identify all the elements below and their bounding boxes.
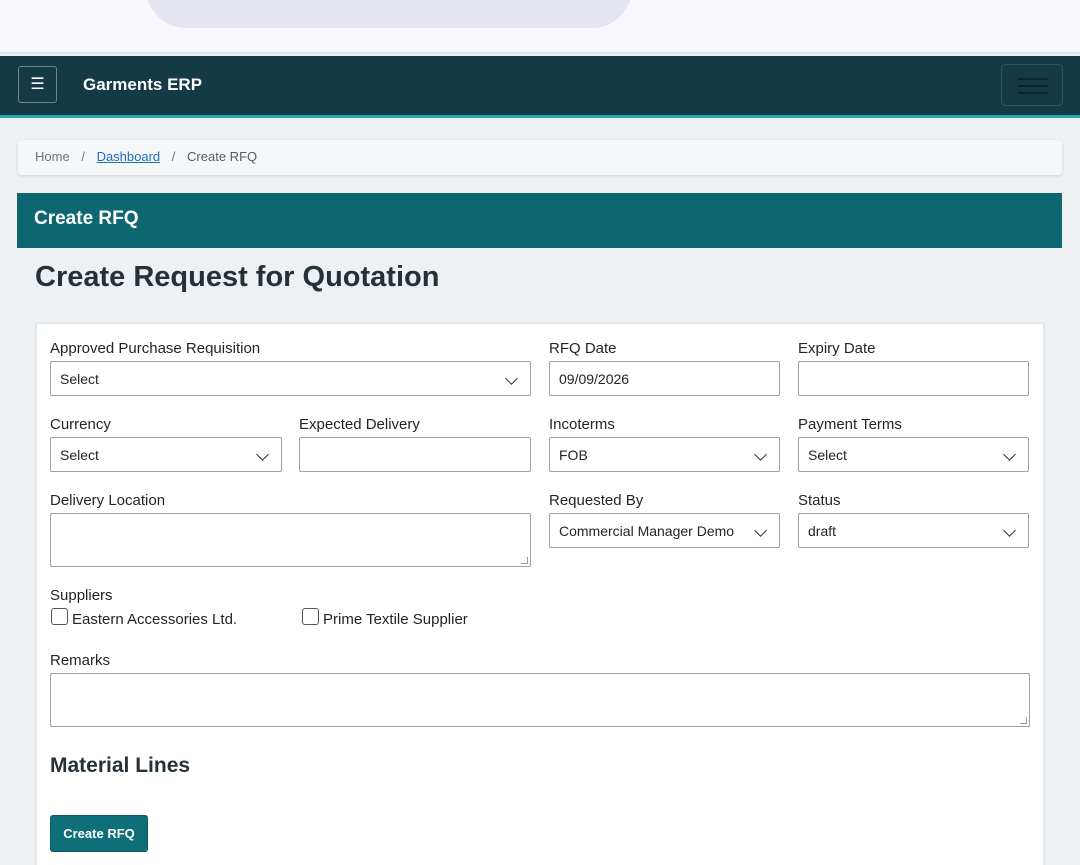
chevron-down-icon xyxy=(1003,524,1016,537)
breadcrumb-separator: / xyxy=(171,149,176,164)
requested-by-value: Commercial Manager Demo xyxy=(559,523,735,539)
menu-line-icon xyxy=(1018,85,1048,87)
supplier-checkbox[interactable] xyxy=(302,608,319,625)
currency-label: Currency xyxy=(50,416,111,433)
chevron-down-icon xyxy=(754,524,767,537)
breadcrumb-current: Create RFQ xyxy=(187,149,258,164)
remarks-textarea[interactable] xyxy=(50,673,1030,727)
top-decorative-pill xyxy=(146,0,632,28)
payment-terms-value: Select xyxy=(808,447,847,463)
breadcrumb: Home / Dashboard / Create RFQ xyxy=(18,140,1062,175)
section-header: Create RFQ xyxy=(17,193,1062,248)
navbar: ☰ Garments ERP xyxy=(0,56,1080,118)
requested-by-label: Requested By xyxy=(549,492,644,509)
material-lines-title: Material Lines xyxy=(50,754,191,777)
approved-pr-value: Select xyxy=(60,371,99,387)
page-title: Create Request for Quotation xyxy=(35,261,440,293)
create-rfq-button[interactable]: Create RFQ xyxy=(50,815,148,852)
incoterms-select[interactable]: FOB xyxy=(549,437,780,472)
requested-by-select[interactable]: Commercial Manager Demo xyxy=(549,513,780,548)
top-strip xyxy=(0,0,1080,54)
menu-line-icon xyxy=(1018,92,1048,94)
chevron-down-icon xyxy=(505,372,518,385)
hamburger-icon: ☰ xyxy=(30,76,45,93)
status-select[interactable]: draft xyxy=(798,513,1029,548)
chevron-down-icon xyxy=(256,448,269,461)
suppliers-label: Suppliers xyxy=(50,587,113,604)
approved-pr-select[interactable]: Select xyxy=(50,361,531,396)
status-value: draft xyxy=(808,523,837,539)
supplier-checkbox[interactable] xyxy=(51,608,68,625)
breadcrumb-home: Home xyxy=(35,149,70,164)
brand-title[interactable]: Garments ERP xyxy=(83,75,202,95)
rfq-date-value: 09/09/2026 xyxy=(559,371,630,387)
approved-pr-label: Approved Purchase Requisition xyxy=(50,340,261,357)
payment-terms-select[interactable]: Select xyxy=(798,437,1029,472)
supplier-option-label[interactable]: Eastern Accessories Ltd. xyxy=(72,611,237,628)
chevron-down-icon xyxy=(1003,448,1016,461)
remarks-label: Remarks xyxy=(50,652,111,669)
expiry-date-label: Expiry Date xyxy=(798,340,876,357)
breadcrumb-separator: / xyxy=(81,149,85,164)
currency-select[interactable]: Select xyxy=(50,437,282,472)
chevron-down-icon xyxy=(754,448,767,461)
expiry-date-input[interactable] xyxy=(798,361,1029,396)
payment-terms-label: Payment Terms xyxy=(798,416,902,433)
form-card xyxy=(35,322,1045,865)
menu-line-icon xyxy=(1018,78,1048,80)
rfq-date-input[interactable]: 09/09/2026 xyxy=(549,361,780,396)
delivery-location-label: Delivery Location xyxy=(50,492,166,509)
status-label: Status xyxy=(798,492,841,509)
incoterms-value: FOB xyxy=(559,447,588,463)
delivery-location-textarea[interactable] xyxy=(50,513,531,567)
rfq-date-label: RFQ Date xyxy=(549,340,617,357)
currency-value: Select xyxy=(60,447,99,463)
expected-delivery-label: Expected Delivery xyxy=(299,416,420,433)
navbar-menu-toggle-button[interactable] xyxy=(1001,64,1063,106)
expected-delivery-input[interactable] xyxy=(299,437,531,472)
breadcrumb-dashboard-link[interactable]: Dashboard xyxy=(97,149,161,164)
section-header-title: Create RFQ xyxy=(34,208,139,229)
incoterms-label: Incoterms xyxy=(549,416,615,433)
supplier-option-label[interactable]: Prime Textile Supplier xyxy=(323,611,468,628)
sidebar-toggle-button[interactable]: ☰ xyxy=(18,66,57,103)
